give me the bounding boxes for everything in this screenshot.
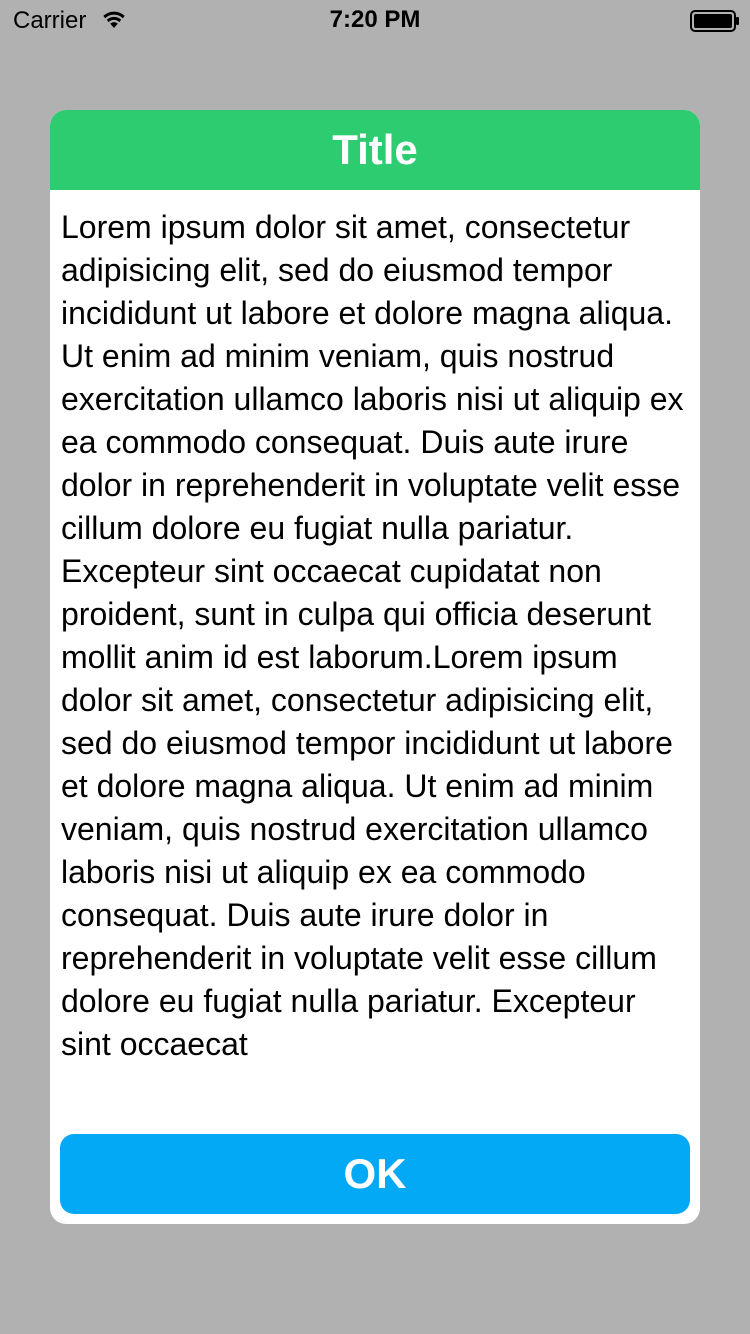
screen: Carrier 7:20 PM Title Lorem ipsum dolor … xyxy=(0,0,750,1334)
dialog-title: Title xyxy=(332,126,418,173)
alert-dialog: Title Lorem ipsum dolor sit amet, consec… xyxy=(50,110,700,1224)
battery-icon xyxy=(690,10,740,32)
dialog-header: Title xyxy=(50,110,700,190)
ok-button[interactable]: OK xyxy=(60,1134,690,1214)
status-bar: Carrier 7:20 PM xyxy=(0,0,750,40)
ok-button-label: OK xyxy=(343,1150,407,1197)
dialog-scroll-body[interactable]: Lorem ipsum dolor sit amet, consectetur … xyxy=(61,206,693,1124)
dialog-message: Lorem ipsum dolor sit amet, consectetur … xyxy=(61,209,684,1062)
status-time: 7:20 PM xyxy=(329,6,421,33)
